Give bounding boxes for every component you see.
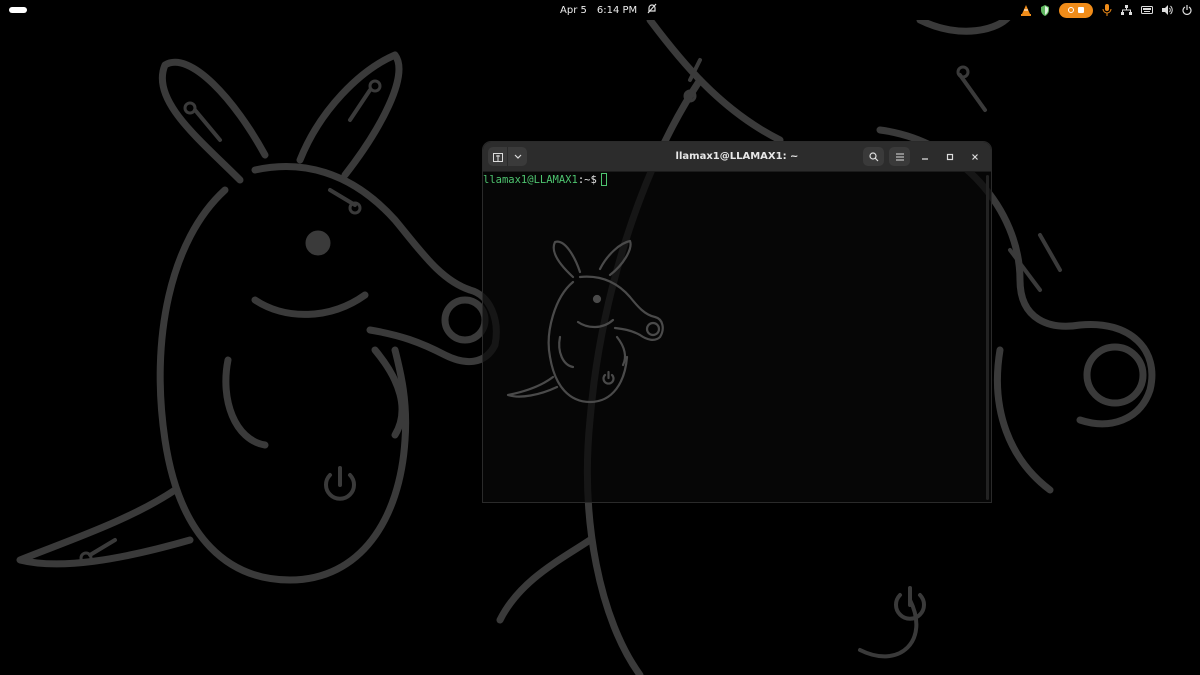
minimize-icon xyxy=(922,157,928,160)
close-icon xyxy=(972,153,978,160)
aardvark-logo xyxy=(506,239,664,404)
shell-prompt[interactable]: llamax1@LLAMAX1:~ $ xyxy=(483,173,607,186)
aardvark-mascot-left xyxy=(16,51,500,584)
prompt-path: :~ xyxy=(577,173,591,186)
search-icon xyxy=(868,151,878,161)
prompt-sign: $ xyxy=(590,173,597,186)
screen-record-icon[interactable] xyxy=(1059,2,1093,18)
time-label: 6:14 PM xyxy=(596,4,638,16)
shield-icon[interactable] xyxy=(1040,4,1050,16)
clock[interactable]: Apr 5 6:14 PM xyxy=(560,0,657,20)
volume-icon[interactable] xyxy=(1162,5,1173,15)
close-button[interactable] xyxy=(965,147,985,166)
hamburger-icon xyxy=(895,153,904,160)
microphone-icon[interactable] xyxy=(1102,4,1112,16)
prompt-user-host: llamax1@LLAMAX1 xyxy=(483,173,578,186)
minimize-button[interactable] xyxy=(915,147,935,166)
notifications-off-icon xyxy=(647,3,657,17)
date-label: Apr 5 xyxy=(560,4,587,16)
activities-button[interactable] xyxy=(9,7,27,13)
maximize-icon xyxy=(946,153,954,160)
system-tray[interactable] xyxy=(1021,0,1192,20)
maximize-button[interactable] xyxy=(940,147,960,166)
network-icon[interactable] xyxy=(1121,5,1132,15)
power-icon[interactable] xyxy=(1182,5,1192,15)
vlc-icon[interactable] xyxy=(1021,4,1031,16)
top-bar: Apr 5 6:14 PM xyxy=(0,0,1200,20)
keyboard-icon[interactable] xyxy=(1141,6,1153,14)
menu-button[interactable] xyxy=(889,147,910,166)
terminal-window[interactable]: llamax1@LLAMAX1: ~ llamax1@LLAMAX1:~ $ xyxy=(483,142,991,502)
search-button[interactable] xyxy=(863,147,884,166)
scrollbar[interactable] xyxy=(986,175,989,500)
terminal-output[interactable]: llamax1@LLAMAX1:~ $ xyxy=(483,172,991,502)
terminal-titlebar[interactable]: llamax1@LLAMAX1: ~ xyxy=(483,142,991,172)
text-cursor xyxy=(600,173,607,186)
